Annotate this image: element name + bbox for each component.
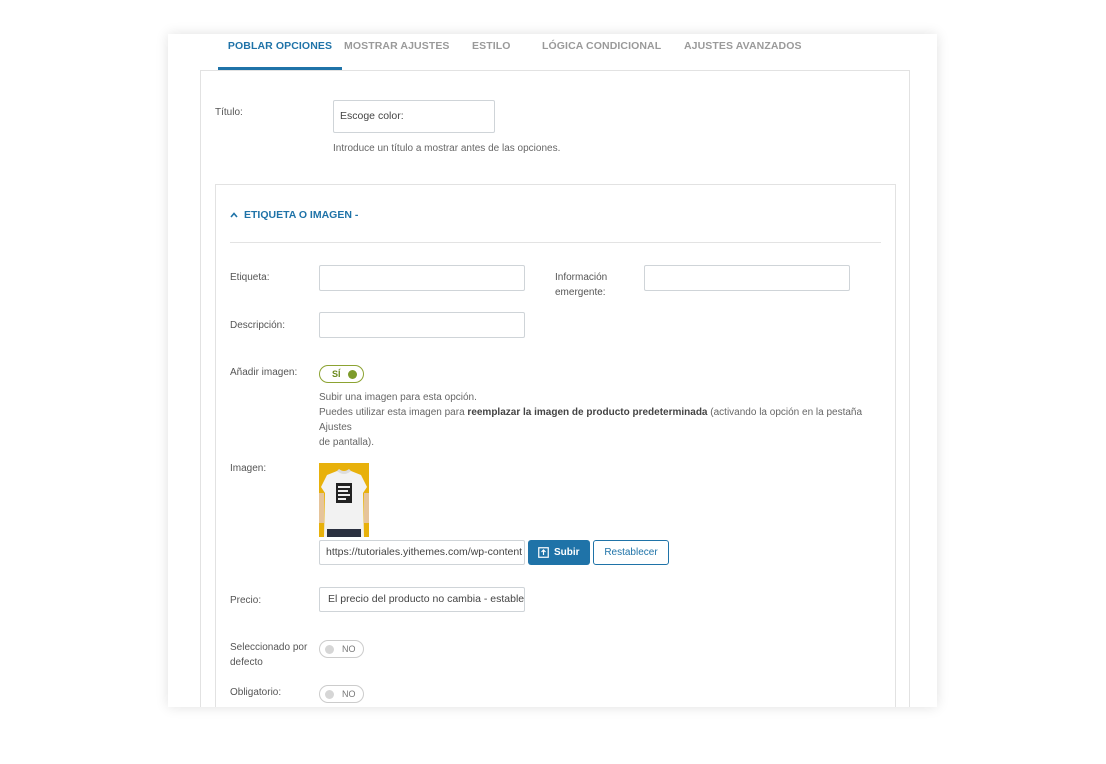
section-header[interactable]: ETIQUETA O IMAGEN - — [230, 209, 358, 221]
required-label: Obligatorio: — [230, 687, 282, 698]
image-url-input[interactable]: https://tutoriales.yithemes.com/wp-conte… — [319, 540, 525, 565]
chevron-up-icon — [230, 212, 238, 218]
descripcion-input[interactable] — [319, 312, 525, 338]
tshirt-image — [319, 463, 369, 537]
option-section: ETIQUETA O IMAGEN - Etiqueta: Informació… — [215, 184, 896, 707]
add-image-help-line2: Puedes utilizar esta imagen para reempla… — [319, 407, 863, 433]
tooltip-label-line2: emergente: — [555, 287, 606, 298]
add-image-toggle[interactable]: SÍ — [319, 365, 364, 383]
required-toggle[interactable]: NO — [319, 685, 364, 703]
tab-estilo[interactable]: ESTILO — [472, 34, 511, 70]
required-toggle-label: NO — [342, 689, 356, 699]
selected-default-toggle-label: NO — [342, 644, 356, 654]
tab-mostrar-ajustes[interactable]: MOSTRAR AJUSTES — [344, 34, 450, 70]
image-label: Imagen: — [230, 463, 267, 474]
tooltip-label-line1: Información — [555, 272, 608, 283]
add-image-toggle-label: SÍ — [332, 369, 341, 379]
tab-ajustes-avanzados[interactable]: AJUSTES AVANZADOS — [684, 34, 802, 70]
etiqueta-input[interactable] — [319, 265, 525, 291]
toggle-knob — [325, 690, 334, 699]
tooltip-label: Información emergente: — [555, 270, 607, 300]
add-image-help-line1: Subir una imagen para esta opción. — [319, 392, 477, 403]
add-image-help: Subir una imagen para esta opción. Puede… — [319, 390, 879, 450]
etiqueta-label: Etiqueta: — [230, 272, 270, 283]
tooltip-input[interactable] — [644, 265, 850, 291]
descripcion-label: Descripción: — [230, 320, 286, 331]
add-image-help-line3: de pantalla). — [319, 437, 375, 448]
tab-poblar-opciones[interactable]: POBLAR OPCIONES — [218, 34, 342, 70]
toggle-knob — [325, 645, 334, 654]
reset-button[interactable]: Restablecer — [593, 540, 669, 565]
section-header-label: ETIQUETA O IMAGEN - — [244, 209, 359, 221]
title-label: Título: — [215, 107, 243, 118]
section-divider — [230, 242, 881, 243]
selected-default-toggle[interactable]: NO — [319, 640, 364, 658]
add-image-label: Añadir imagen: — [230, 367, 298, 378]
upload-icon — [538, 547, 549, 558]
tab-bar: POBLAR OPCIONES MOSTRAR AJUSTES ESTILO L… — [200, 34, 910, 70]
product-options-card: POBLAR OPCIONES MOSTRAR AJUSTES ESTILO L… — [168, 34, 937, 707]
title-input[interactable]: Escoge color: — [333, 100, 495, 133]
selected-default-label-line1: Seleccionado por — [230, 642, 308, 653]
price-input[interactable]: El precio del producto no cambia - estab… — [319, 587, 525, 612]
title-help: Introduce un título a mostrar antes de l… — [333, 143, 561, 154]
selected-default-label-line2: defecto — [230, 657, 263, 668]
options-panel: Título: Escoge color: Introduce un títul… — [200, 70, 910, 707]
upload-button[interactable]: Subir — [528, 540, 590, 565]
tab-logica-condicional[interactable]: LÓGICA CONDICIONAL — [542, 34, 661, 70]
product-image-thumbnail — [319, 463, 369, 537]
upload-button-label: Subir — [554, 547, 580, 558]
toggle-knob — [348, 370, 357, 379]
price-label: Precio: — [230, 595, 262, 606]
selected-default-label: Seleccionado por defecto — [230, 640, 307, 670]
